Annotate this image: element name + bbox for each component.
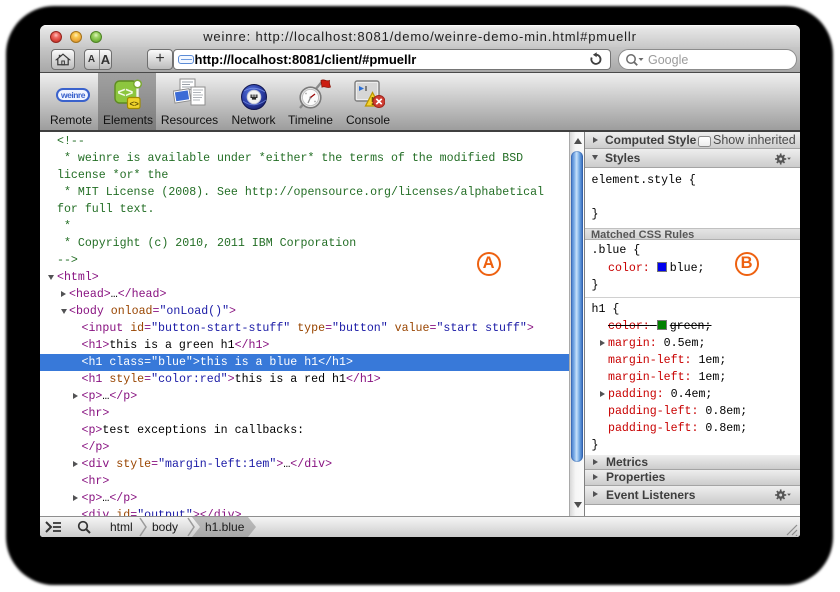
svg-text:<>: <> [130, 100, 140, 109]
